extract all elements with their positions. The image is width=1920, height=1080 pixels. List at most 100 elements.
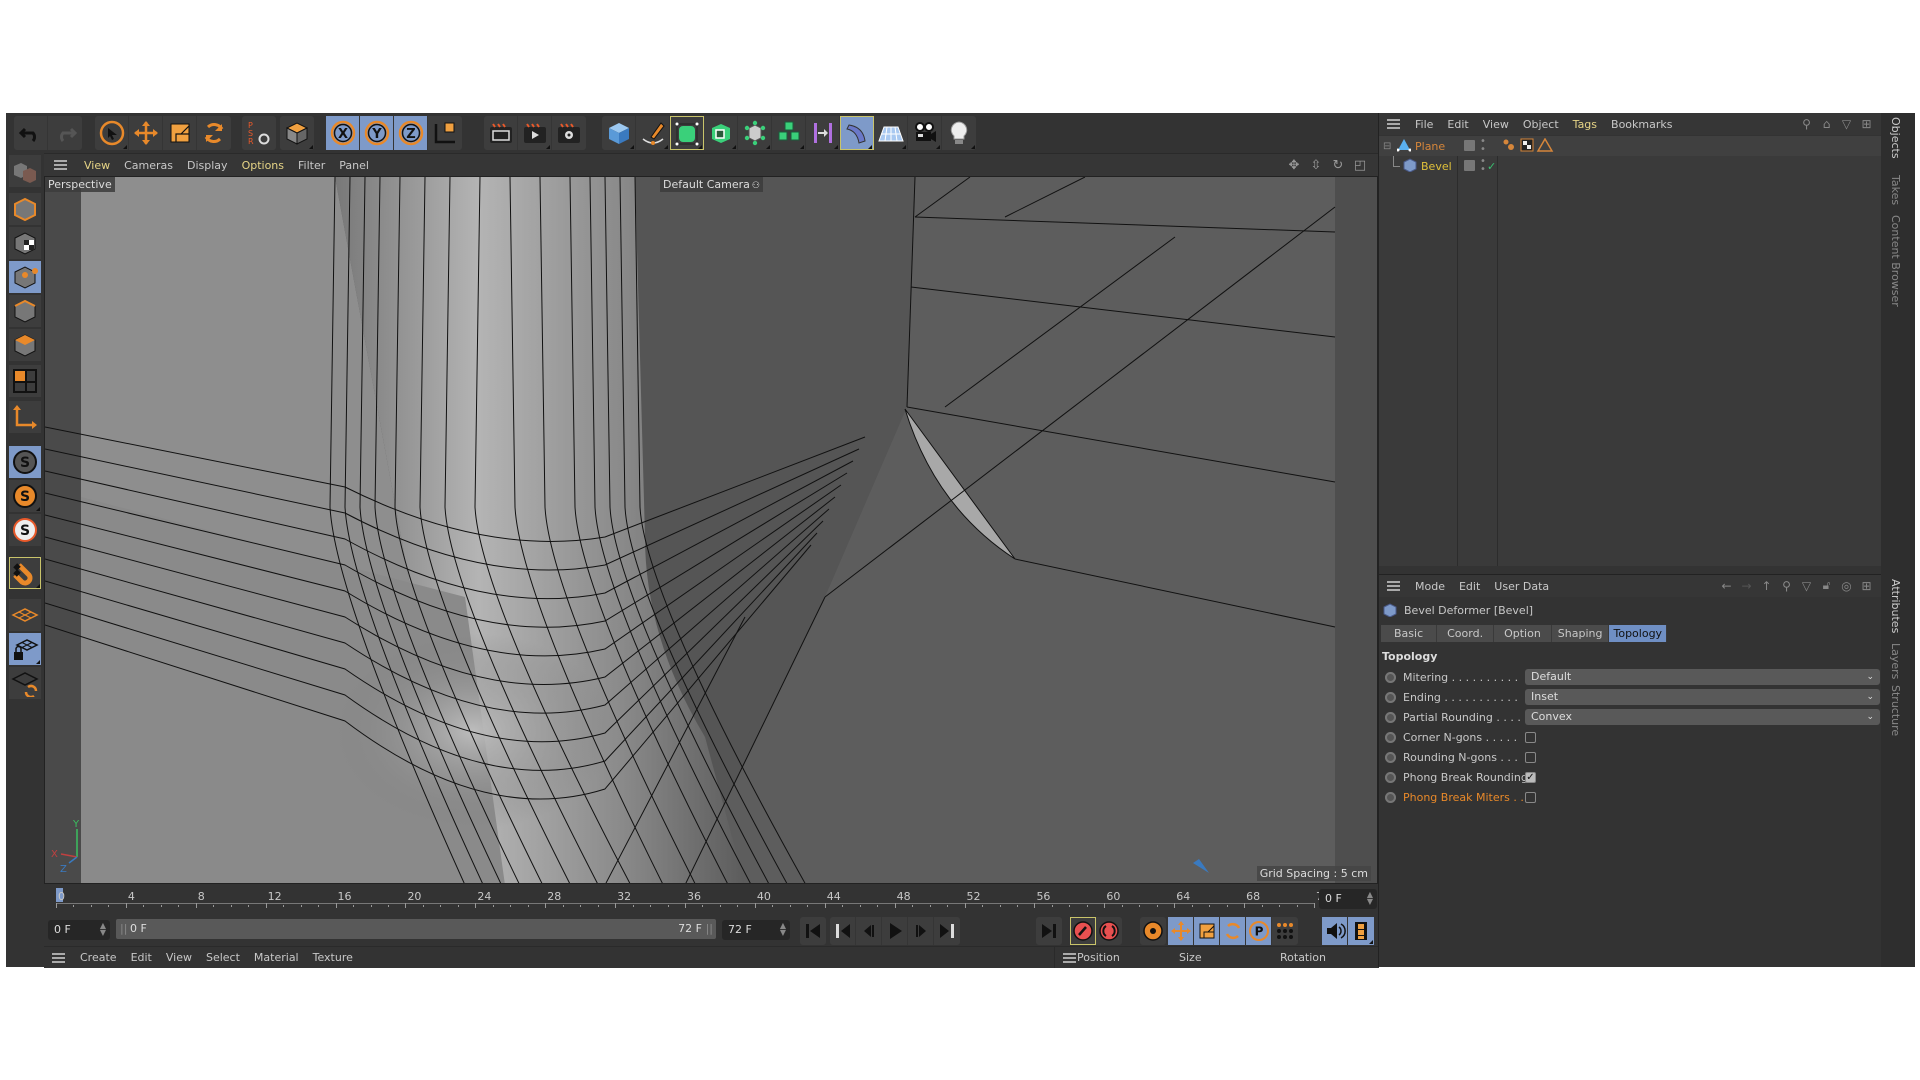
key-pla-button[interactable] — [1272, 917, 1298, 945]
key-rotation-button[interactable] — [1220, 917, 1246, 945]
move-view-icon[interactable]: ✥ — [1286, 157, 1302, 173]
next-key-button[interactable] — [934, 917, 960, 945]
search-icon[interactable]: ⚲ — [1799, 116, 1814, 131]
layer-swatch-icon[interactable] — [1464, 160, 1475, 171]
render-view-button[interactable] — [484, 116, 518, 150]
texture-mode-button[interactable] — [9, 227, 41, 259]
om-menu-bookmarks[interactable]: Bookmarks — [1604, 118, 1679, 131]
play-button[interactable] — [882, 917, 908, 945]
camera-button[interactable] — [908, 116, 942, 150]
keyframe-selection-button[interactable] — [1140, 917, 1166, 945]
deformer-button[interactable] — [806, 116, 840, 150]
film-strip-button[interactable] — [1348, 917, 1374, 945]
viewport-menu-filter[interactable]: Filter — [291, 159, 332, 172]
tab-option[interactable]: Option — [1494, 625, 1552, 642]
uv-mode-button[interactable] — [9, 365, 41, 397]
prev-key-button[interactable] — [830, 917, 856, 945]
solo-off-button[interactable]: S — [9, 446, 41, 478]
key-position-button[interactable] — [1168, 917, 1194, 945]
material-menu-create[interactable]: Create — [73, 951, 124, 964]
om-menu-object[interactable]: Object — [1516, 118, 1566, 131]
material-menu-edit[interactable]: Edit — [124, 951, 159, 964]
end-frame-field[interactable]: 72 F ▲ ▼ — [722, 920, 790, 940]
material-spheres-tag-icon[interactable] — [1503, 139, 1515, 151]
filter-icon[interactable]: ▽ — [1839, 116, 1854, 131]
phong-break-miters-checkbox[interactable] — [1525, 791, 1536, 803]
autokeying-button[interactable] — [1096, 917, 1122, 945]
toggle-layout-icon[interactable]: ◰ — [1352, 157, 1368, 173]
next-frame-button[interactable] — [908, 917, 934, 945]
key-scale-button[interactable] — [1194, 917, 1220, 945]
side-tab-structure[interactable]: Structure — [1889, 685, 1902, 736]
object-manager-menu-icon[interactable] — [1387, 119, 1400, 129]
mitering-dropdown[interactable]: Default ⌄ — [1525, 669, 1880, 685]
z-axis-lock-button[interactable]: Z — [394, 116, 428, 150]
material-menu-texture[interactable]: Texture — [306, 951, 360, 964]
up-arrow-icon[interactable]: ↑ — [1759, 578, 1774, 593]
filter-icon[interactable]: ▽ — [1799, 578, 1814, 593]
zoom-view-icon[interactable]: ⇳ — [1308, 157, 1324, 173]
phong-break-rounding-checkbox[interactable]: ✓ — [1525, 771, 1536, 783]
om-menu-view[interactable]: View — [1476, 118, 1516, 131]
viewport-menu-view[interactable]: View — [77, 159, 117, 172]
extrude-button[interactable] — [704, 116, 738, 150]
animate-radio-icon[interactable] — [1385, 751, 1396, 763]
viewport-menu-display[interactable]: Display — [180, 159, 235, 172]
edges-mode-button[interactable] — [9, 295, 41, 327]
visibility-dots-icon[interactable]: • • — [1480, 157, 1486, 175]
partial-rounding-dropdown[interactable]: Convex ⌄ — [1525, 709, 1880, 725]
new-panel-icon[interactable]: ⊞ — [1859, 578, 1874, 593]
live-selection-button[interactable] — [95, 116, 129, 150]
am-menu-mode[interactable]: Mode — [1408, 580, 1452, 593]
viewport-menu-panel[interactable]: Panel — [332, 159, 376, 172]
side-tab-objects[interactable]: Objects — [1889, 117, 1902, 159]
scale-button[interactable] — [163, 116, 197, 150]
om-menu-edit[interactable]: Edit — [1440, 118, 1475, 131]
side-tab-content-browser[interactable]: Content Browser — [1889, 215, 1902, 307]
animate-radio-icon[interactable] — [1385, 671, 1396, 683]
start-frame-field[interactable]: 0 F ▲ ▼ — [48, 920, 110, 940]
viewport-menu-cameras[interactable]: Cameras — [117, 159, 180, 172]
material-menu-icon[interactable] — [52, 952, 65, 963]
viewport-menu-options[interactable]: Options — [235, 159, 291, 172]
subdivision-surface-button[interactable] — [670, 116, 704, 150]
camera-label[interactable]: Default Camera ⚇ — [660, 177, 763, 192]
viewport-menu-icon[interactable] — [54, 160, 67, 170]
workplane-button[interactable] — [9, 599, 41, 631]
rounding-ngons-checkbox[interactable] — [1525, 751, 1536, 763]
material-menu-view[interactable]: View — [159, 951, 199, 964]
collapse-toggle-icon[interactable]: ⊟ — [1383, 141, 1391, 152]
preview-range-slider[interactable]: || 0 F 72 F || — [116, 919, 716, 939]
rotate-button[interactable] — [197, 116, 231, 150]
checker-texture-tag-icon[interactable] — [1520, 138, 1534, 152]
material-menu-material[interactable]: Material — [247, 951, 306, 964]
prev-frame-button[interactable] — [856, 917, 882, 945]
tab-basic[interactable]: Basic — [1381, 625, 1438, 642]
forward-arrow-icon[interactable]: → — [1739, 578, 1754, 593]
pen-button[interactable] — [636, 116, 670, 150]
undo-button[interactable] — [14, 116, 48, 150]
phong-tag-icon[interactable] — [1536, 138, 1554, 152]
x-axis-lock-button[interactable]: X — [326, 116, 360, 150]
polygons-mode-button[interactable] — [9, 329, 41, 361]
am-menu-edit[interactable]: Edit — [1452, 580, 1487, 593]
target-icon[interactable]: ◎ — [1839, 578, 1854, 593]
coordinate-system-button[interactable] — [428, 116, 462, 150]
redo-button[interactable] — [48, 116, 82, 150]
lock-icon[interactable]: 🔓︎ — [1819, 578, 1834, 593]
object-name[interactable]: Plane — [1415, 140, 1445, 153]
corner-ngons-checkbox[interactable] — [1525, 731, 1536, 743]
tab-shaping[interactable]: Shaping — [1551, 625, 1610, 642]
psr-button[interactable]: PSR — [242, 116, 276, 150]
new-panel-icon[interactable]: ⊞ — [1859, 116, 1874, 131]
am-menu-user-data[interactable]: User Data — [1487, 580, 1556, 593]
points-mode-button[interactable] — [9, 261, 41, 293]
record-active-objects-button[interactable] — [1070, 917, 1096, 945]
locked-workplane-button[interactable] — [9, 633, 41, 665]
bevel-deformer-button[interactable] — [840, 116, 874, 150]
object-row-bevel[interactable]: Bevel • • ✓ — [1379, 156, 1882, 176]
key-parameter-button[interactable]: P — [1246, 917, 1272, 945]
ending-dropdown[interactable]: Inset ⌄ — [1525, 689, 1880, 705]
animate-radio-icon[interactable] — [1385, 711, 1396, 723]
render-picture-viewer-button[interactable] — [518, 116, 552, 150]
